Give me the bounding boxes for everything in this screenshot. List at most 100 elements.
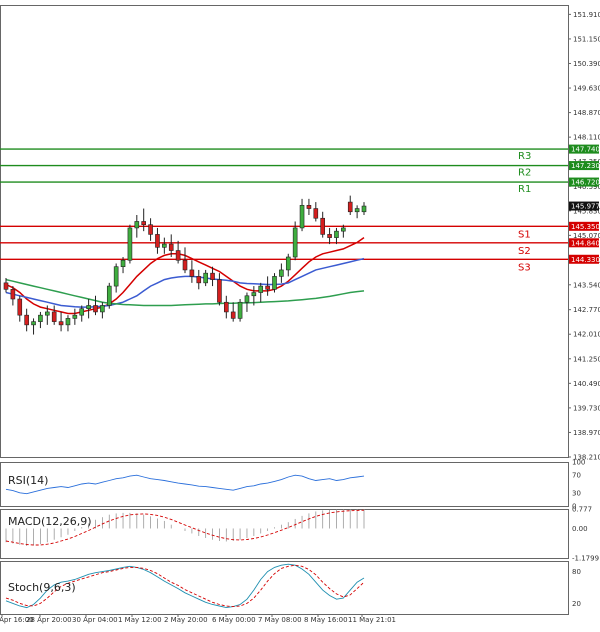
y-tick-label: 151.910 bbox=[573, 11, 600, 19]
candle-body bbox=[45, 311, 50, 316]
main-pane-frame bbox=[0, 5, 569, 458]
y-tick-label: 143.540 bbox=[573, 281, 600, 289]
level-label-r2: R2 bbox=[518, 168, 531, 179]
candle-body bbox=[320, 217, 325, 235]
level-price-tag-text: 147.740 bbox=[571, 146, 600, 154]
x-tick-label: 7 May 08:00 bbox=[258, 616, 302, 624]
y-tick-label: 149.630 bbox=[573, 85, 600, 93]
candle-body bbox=[65, 318, 71, 326]
candle-body bbox=[265, 285, 270, 290]
candle-body bbox=[38, 314, 43, 322]
candle-body bbox=[272, 276, 277, 290]
rsi-tick-label: 100 bbox=[572, 459, 585, 467]
candle-body bbox=[3, 282, 9, 290]
level-label-r3: R3 bbox=[518, 151, 531, 162]
level-price-tag-text: 146.720 bbox=[571, 179, 600, 187]
level-label-r1: R1 bbox=[518, 184, 531, 195]
y-tick-label: 148.870 bbox=[573, 109, 600, 117]
x-tick-label: 1 May 12:00 bbox=[118, 616, 162, 624]
macd-tick-label: 0.777 bbox=[572, 506, 592, 514]
candle-body bbox=[251, 292, 257, 297]
candle-body bbox=[217, 279, 222, 303]
candle-body bbox=[148, 224, 153, 235]
y-tick-label: 142.010 bbox=[573, 331, 600, 339]
x-tick-label: 8 May 16:00 bbox=[304, 616, 348, 624]
candle-body bbox=[258, 285, 264, 293]
candle-body bbox=[361, 205, 367, 213]
candle-body bbox=[31, 321, 36, 326]
x-tick-label: 11 May 21:01 bbox=[348, 616, 396, 624]
level-label-s2: S2 bbox=[518, 246, 531, 257]
y-tick-label: 148.110 bbox=[573, 134, 600, 142]
candle-body bbox=[168, 243, 174, 251]
candle-body bbox=[279, 269, 284, 277]
candle-body bbox=[155, 234, 160, 248]
y-tick-label: 150.390 bbox=[573, 60, 600, 68]
rsi-pane-frame bbox=[0, 462, 569, 507]
stoch-pane-frame bbox=[0, 561, 569, 615]
y-tick-label: 151.150 bbox=[573, 35, 600, 43]
candle-body bbox=[72, 314, 78, 319]
candle-body bbox=[189, 269, 195, 277]
stoch-tick-label: 20 bbox=[572, 600, 581, 608]
y-tick-label: 141.250 bbox=[573, 355, 600, 363]
candle-body bbox=[334, 230, 339, 238]
y-tick-label: 139.730 bbox=[573, 404, 600, 412]
candle-body bbox=[237, 301, 243, 319]
candle-body bbox=[244, 295, 250, 303]
candle-body bbox=[58, 321, 64, 326]
candle-body bbox=[347, 201, 353, 213]
y-tick-label: 140.490 bbox=[573, 380, 600, 388]
level-price-tag-text: 144.330 bbox=[571, 256, 600, 264]
candle-body bbox=[224, 301, 229, 313]
moving-average-line bbox=[5, 278, 365, 307]
level-price-tag-text: 147.230 bbox=[571, 162, 600, 170]
level-label-s1: S1 bbox=[518, 229, 531, 240]
level-label-s3: S3 bbox=[518, 262, 531, 273]
x-tick-label: 6 May 00:00 bbox=[212, 616, 256, 624]
candle-body bbox=[327, 234, 332, 238]
chart-canvas[interactable]: 151.910 151.150 150.390 149.630 148.870 148.1… bbox=[0, 0, 600, 632]
macd-title: MACD(12,26,9) bbox=[8, 515, 92, 528]
candle-body bbox=[292, 227, 298, 258]
candle-body bbox=[24, 314, 29, 326]
candle-body bbox=[10, 289, 16, 300]
chart-window: 151.910 151.150 150.390 149.630 148.870 148.1… bbox=[0, 0, 600, 632]
rsi-tick-label: 70 bbox=[572, 472, 581, 480]
candle-body bbox=[203, 272, 208, 284]
candle-body bbox=[141, 221, 146, 225]
candle-body bbox=[285, 256, 291, 271]
candle-body bbox=[354, 208, 360, 213]
candle-body bbox=[120, 259, 126, 268]
candle-body bbox=[313, 208, 319, 219]
x-tick-label: 30 Apr 04:00 bbox=[72, 616, 118, 624]
x-tick-label: 28 Apr 20:00 bbox=[26, 616, 72, 624]
candle-body bbox=[113, 266, 119, 287]
candle-body bbox=[79, 308, 85, 316]
x-tick-label: 2 May 20:00 bbox=[164, 616, 208, 624]
candle-body bbox=[175, 250, 181, 261]
macd-tick-label: -1.1799 bbox=[572, 555, 599, 563]
level-price-tag-text: 144.840 bbox=[571, 239, 600, 247]
candle-body bbox=[93, 305, 98, 313]
y-tick-label: 142.770 bbox=[573, 306, 600, 314]
candle-body bbox=[306, 205, 312, 209]
candle-body bbox=[210, 272, 215, 280]
rsi-title: RSI(14) bbox=[8, 474, 48, 487]
candle-body bbox=[100, 305, 105, 313]
rsi-tick-label: 30 bbox=[572, 489, 581, 497]
candle-body bbox=[196, 276, 202, 284]
candle-body bbox=[230, 311, 236, 319]
stoch-title: Stoch(9,6,3) bbox=[8, 581, 76, 594]
candle-body bbox=[299, 205, 305, 229]
stoch-tick-label: 80 bbox=[572, 568, 581, 576]
candle-body bbox=[17, 298, 23, 316]
candle-body bbox=[341, 227, 346, 232]
candle-body bbox=[182, 259, 188, 271]
macd-tick-label: 0.00 bbox=[572, 525, 588, 533]
candle-body bbox=[162, 243, 167, 248]
y-tick-label: 138.970 bbox=[573, 429, 600, 437]
candle-body bbox=[51, 311, 57, 322]
candle-body bbox=[127, 227, 133, 261]
candle-body bbox=[86, 305, 91, 310]
